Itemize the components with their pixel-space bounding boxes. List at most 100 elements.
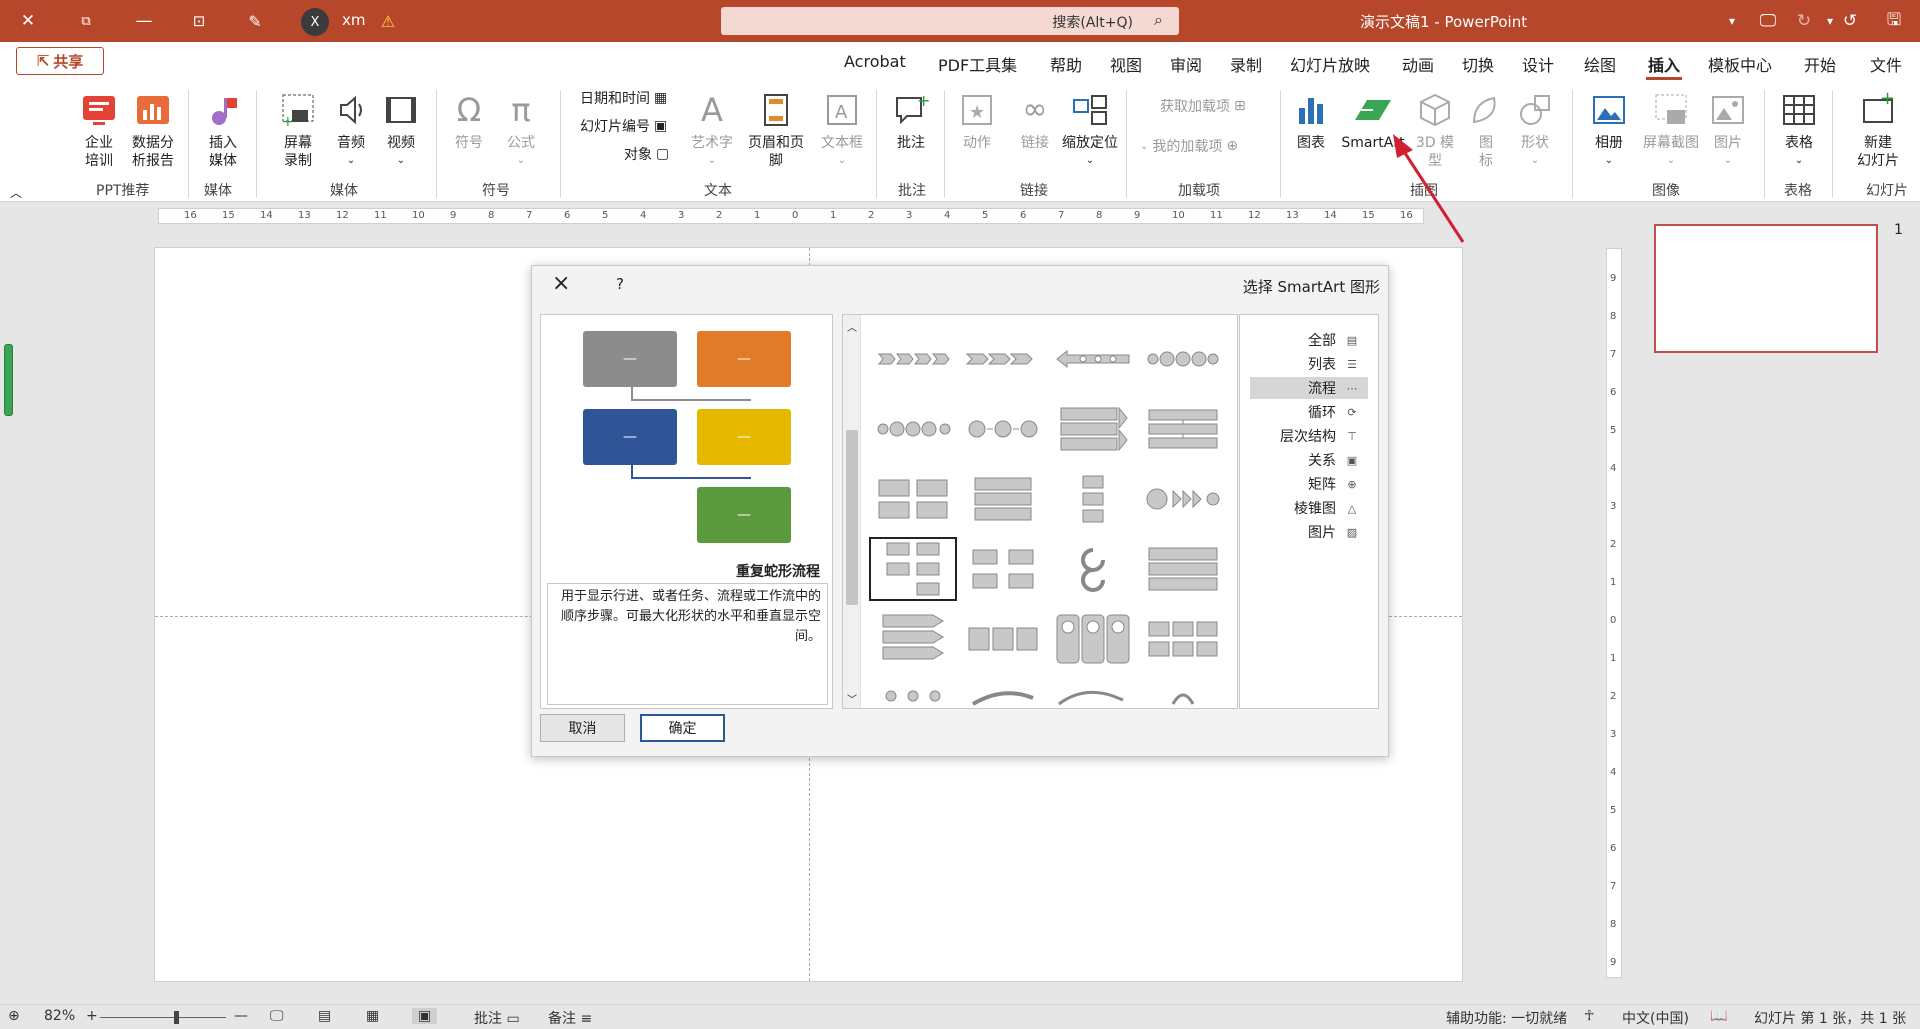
category-cycle[interactable]: 循环 ⟳ [1250,401,1368,423]
insert-media-button[interactable]: 插入 媒体 [198,90,248,170]
layout-item[interactable] [1139,537,1227,601]
shapes-button[interactable]: 形状 ⌄ [1512,90,1558,170]
category-picture[interactable]: 图片 ▨ [1250,521,1368,543]
undo-icon[interactable]: ↺ [1838,9,1862,33]
tab-insert[interactable]: 插入 [1648,52,1680,76]
category-matrix[interactable]: 矩阵 ⊕ [1250,473,1368,495]
tab-record[interactable]: 录制 [1230,52,1262,76]
data-report-button[interactable]: 数据分 析报告 [128,90,178,170]
spelling-icon[interactable]: 📖 [1710,1008,1727,1024]
new-slide-button[interactable]: + 新建 幻灯片 [1846,90,1910,170]
search-box[interactable]: 搜索(Alt+Q) ⌕ [721,7,1179,35]
layout-item[interactable] [959,607,1047,671]
help-icon[interactable]: ? [616,275,624,293]
slide-number-button[interactable]: 幻灯片编号 ▣ [580,116,667,136]
layout-item[interactable] [869,607,957,671]
layout-item[interactable] [869,677,957,708]
wordart-button[interactable]: A 艺术字 ⌄ [686,90,738,170]
zoom-slider[interactable] [100,1017,226,1018]
tab-acrobat[interactable]: Acrobat [844,52,906,71]
audio-button[interactable]: 音频 ⌄ [328,90,374,170]
tab-animations[interactable]: 动画 [1402,52,1434,76]
chart-button[interactable]: 图表 [1288,90,1334,152]
layout-item[interactable] [1139,467,1227,531]
link-button[interactable]: ∞ 链接 [1012,90,1058,152]
ok-button[interactable]: 确定 [640,714,725,742]
tab-home[interactable]: 开始 [1804,52,1836,76]
category-hierarchy[interactable]: 层次结构 ⊤ [1250,425,1368,447]
layout-item[interactable] [869,327,957,391]
layout-item[interactable] [1049,397,1137,461]
category-all[interactable]: 全部 ▤ [1250,329,1368,351]
category-process[interactable]: 流程 ⋯ [1250,377,1368,399]
tab-draw[interactable]: 绘图 [1584,52,1616,76]
layout-item[interactable] [869,397,957,461]
reading-view-icon[interactable]: ▤ [318,1008,331,1024]
table-button[interactable]: 表格 ⌄ [1776,90,1822,170]
category-pyramid[interactable]: 棱锥图 △ [1250,497,1368,519]
share-button[interactable]: ⇱ 共享 [16,47,104,75]
accessibility-status[interactable]: 辅助功能: 一切就绪 [1446,1008,1567,1028]
minimize-icon[interactable]: — [132,9,156,33]
redo-icon[interactable]: ↻ [1792,9,1816,33]
layout-item[interactable] [959,327,1047,391]
gallery-scrollbar[interactable]: ︿ ﹀ [843,315,861,708]
warning-icon[interactable]: ⚠ [376,9,400,33]
get-addins-button[interactable]: 获取加载项 ⊞ [1160,96,1246,116]
designer-icon[interactable]: ✎ [243,9,267,33]
object-button[interactable]: 对象 ▢ [624,144,669,164]
header-footer-button[interactable]: 页眉和页脚 [744,90,808,170]
layout-item[interactable] [1049,467,1137,531]
language-status[interactable]: 中文(中国) [1622,1008,1689,1028]
video-button[interactable]: 视频 ⌄ [378,90,424,170]
ribbon-display-icon[interactable]: ⊡ [187,9,211,33]
scroll-up-icon[interactable]: ︿ [847,319,857,334]
present-icon[interactable]: 🖵 [1756,9,1780,33]
close-icon[interactable]: × [552,271,570,296]
layout-item[interactable] [1139,327,1227,391]
tab-pdf[interactable]: PDF工具集 [938,52,1017,76]
tab-templates[interactable]: 模板中心 [1708,52,1772,76]
layout-item[interactable] [1139,677,1227,708]
screen-recording-button[interactable]: + 屏幕 录制 [270,90,326,170]
restore-icon[interactable]: ⧉ [74,9,98,33]
tab-help[interactable]: 帮助 [1050,52,1082,76]
avatar[interactable]: X [301,8,329,36]
close-icon[interactable]: ✕ [16,9,40,33]
layout-item-selected[interactable] [869,537,957,601]
layout-item[interactable] [1049,327,1137,391]
fit-slide-icon[interactable]: ⊕ [8,1008,20,1024]
layout-item[interactable] [869,467,957,531]
cancel-button[interactable]: 取消 [540,714,625,742]
my-addins-button[interactable]: ⌄ 我的加载项 ⊕ [1140,136,1238,156]
tab-review[interactable]: 审阅 [1170,52,1202,76]
picture-button[interactable]: 图片 ⌄ [1708,90,1748,170]
layout-item[interactable] [959,397,1047,461]
album-button[interactable]: 相册 ⌄ [1586,90,1632,170]
action-button[interactable]: ★ 动作 [954,90,1000,152]
symbol-button[interactable]: Ω 符号 [446,90,492,152]
save-icon[interactable]: 🖫 [1882,9,1906,33]
layout-item[interactable] [959,467,1047,531]
tab-slideshow[interactable]: 幻灯片放映 [1290,52,1370,76]
side-widget[interactable] [4,344,13,416]
category-relationship[interactable]: 关系 ▣ [1250,449,1368,471]
layout-item[interactable] [1049,677,1137,708]
user-name[interactable]: xm [342,11,366,29]
training-button[interactable]: 企业 培训 [74,90,124,170]
screenshot-button[interactable]: 屏幕截图 ⌄ [1636,90,1706,170]
layout-item[interactable] [959,677,1047,708]
icons-button[interactable]: 图标 [1464,90,1508,170]
layout-item[interactable] [1139,607,1227,671]
layout-item[interactable] [1049,607,1137,671]
customize-qat-icon[interactable]: ▾ [1720,9,1744,33]
date-time-button[interactable]: 日期和时间 ▦ [580,88,667,108]
tab-file[interactable]: 文件 [1870,52,1902,76]
layout-item[interactable] [1049,537,1137,601]
zoom-in-icon[interactable]: + [86,1008,98,1024]
comment-button[interactable]: + 批注 [886,90,936,152]
collapse-ribbon-icon[interactable]: ︿ [10,184,22,201]
layout-item[interactable] [959,537,1047,601]
notes-status-button[interactable]: 备注 ≡ [548,1008,592,1028]
layout-item[interactable] [1139,397,1227,461]
